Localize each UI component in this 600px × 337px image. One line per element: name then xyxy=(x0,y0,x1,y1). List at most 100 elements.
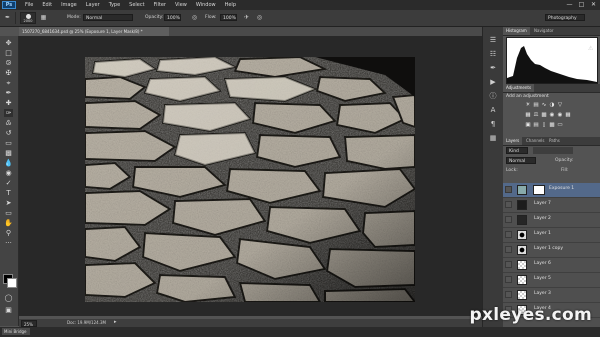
quick-select-tool-icon[interactable]: ✠ xyxy=(4,69,13,77)
extra-tools-icon[interactable]: ··· xyxy=(4,239,13,247)
menu-view[interactable]: View xyxy=(175,2,187,8)
minimize-icon[interactable]: — xyxy=(566,1,573,8)
type-tool-icon[interactable]: T xyxy=(4,189,13,197)
shape-tool-icon[interactable]: ▭ xyxy=(4,209,13,217)
vibrance-icon[interactable]: ▽ xyxy=(557,102,563,108)
layer-row[interactable]: Layer 7 xyxy=(503,198,600,213)
brush-presets-icon[interactable]: ✒ xyxy=(488,63,498,72)
menu-type[interactable]: Type xyxy=(109,2,120,8)
menu-file[interactable]: File xyxy=(25,2,33,8)
visibility-icon[interactable] xyxy=(505,276,512,283)
menu-select[interactable]: Select xyxy=(129,2,144,8)
clone-stamp-tool-icon[interactable]: ♳ xyxy=(4,119,13,127)
lasso-tool-icon[interactable]: ⧁ xyxy=(4,59,13,67)
background-color-swatch[interactable] xyxy=(7,278,17,288)
brightness-icon[interactable]: ☀ xyxy=(525,102,531,108)
layer-filter-icons[interactable] xyxy=(533,147,573,154)
tab-navigator[interactable]: Navigator xyxy=(531,27,557,35)
move-tool-icon[interactable]: ✥ xyxy=(4,39,13,47)
photo-filter-icon[interactable]: ◉ xyxy=(549,112,555,118)
brush-tool-icon[interactable]: ✑ xyxy=(4,109,13,117)
posterize-icon[interactable]: ▤ xyxy=(533,122,539,128)
exposure-icon[interactable]: ◑ xyxy=(549,102,555,108)
marquee-tool-icon[interactable]: □ xyxy=(4,49,13,57)
airbrush-icon[interactable]: ✈ xyxy=(243,14,250,21)
info-panel-icon[interactable]: ⓘ xyxy=(488,91,498,100)
warning-icon[interactable]: ⚠ xyxy=(588,45,593,52)
screen-mode-icon[interactable]: ▣ xyxy=(4,306,13,314)
healing-tool-icon[interactable]: ✚ xyxy=(4,99,13,107)
tab-adjustments[interactable]: Adjustments xyxy=(503,84,535,92)
layer-row[interactable]: Exposure 1 xyxy=(503,183,600,198)
channel-mixer-icon[interactable]: ◉ xyxy=(557,112,563,118)
dodge-tool-icon[interactable]: ◉ xyxy=(4,169,13,177)
paragraph-panel-icon[interactable]: ¶ xyxy=(488,119,498,128)
quick-mask-icon[interactable]: ◯ xyxy=(4,294,13,302)
flow-field[interactable]: 100% xyxy=(220,14,237,21)
hand-tool-icon[interactable]: ✋ xyxy=(4,219,13,227)
gradient-map-icon[interactable]: ▭ xyxy=(557,122,563,128)
zoom-tool-icon[interactable]: ⚲ xyxy=(4,229,13,237)
close-icon[interactable]: ✕ xyxy=(590,1,597,8)
visibility-icon[interactable] xyxy=(505,201,512,208)
selective-color-icon[interactable]: ▩ xyxy=(549,122,555,128)
visibility-icon[interactable] xyxy=(505,291,512,298)
pen-tool-icon[interactable]: ✓ xyxy=(4,179,13,187)
brush-tool-icon[interactable]: ✒ xyxy=(4,14,11,21)
levels-icon[interactable]: ▤ xyxy=(533,102,539,108)
curves-icon[interactable]: ∿ xyxy=(541,102,547,108)
mode-select[interactable]: Normal xyxy=(83,14,133,21)
crop-tool-icon[interactable]: ⌖ xyxy=(4,79,13,87)
eyedropper-tool-icon[interactable]: ✒ xyxy=(4,89,13,97)
black-white-icon[interactable]: ▩ xyxy=(541,112,547,118)
document-tab[interactable]: 1507270_6841634.psd @ 25% (Exposure 1, L… xyxy=(19,27,169,36)
workspace-select[interactable]: Photography xyxy=(545,14,585,21)
threshold-icon[interactable]: ▯ xyxy=(541,122,547,128)
visibility-icon[interactable] xyxy=(505,246,512,253)
menu-image[interactable]: Image xyxy=(61,2,77,8)
visibility-icon[interactable] xyxy=(505,186,512,193)
path-select-tool-icon[interactable]: ➤ xyxy=(4,199,13,207)
mini-bridge-tab[interactable]: Mini Bridge xyxy=(2,328,30,335)
menu-edit[interactable]: Edit xyxy=(42,2,52,8)
blend-mode-select[interactable]: Normal xyxy=(506,157,536,164)
visibility-icon[interactable] xyxy=(505,216,512,223)
tab-histogram[interactable]: Histogram xyxy=(503,27,530,35)
actions-panel-icon[interactable]: ▶ xyxy=(488,77,498,86)
layer-row[interactable]: Layer 6 xyxy=(503,258,600,273)
properties-panel-icon[interactable]: ☷ xyxy=(488,49,498,58)
pressure-size-icon[interactable]: ◎ xyxy=(256,14,263,21)
visibility-icon[interactable] xyxy=(505,261,512,268)
gradient-tool-icon[interactable]: ▩ xyxy=(4,149,13,157)
brush-preset-picker[interactable]: 2000 xyxy=(20,12,36,24)
layer-mask-thumb[interactable] xyxy=(533,185,545,195)
opacity-field[interactable]: 100% xyxy=(164,14,181,21)
character-panel-icon[interactable]: A xyxy=(488,105,498,114)
visibility-icon[interactable] xyxy=(505,231,512,238)
layer-row[interactable]: Layer 3 xyxy=(503,288,600,303)
menu-layer[interactable]: Layer xyxy=(86,2,100,8)
layer-row[interactable]: Layer 1 copy xyxy=(503,243,600,258)
pressure-opacity-icon[interactable]: ◎ xyxy=(191,14,198,21)
brush-panel-icon[interactable]: ▦ xyxy=(40,14,47,21)
layer-filter-kind[interactable]: Kind xyxy=(506,147,528,154)
blur-tool-icon[interactable]: 💧 xyxy=(4,159,13,167)
swatches-panel-icon[interactable]: ▦ xyxy=(488,133,498,142)
tab-channels[interactable]: Channels xyxy=(523,137,548,145)
eraser-tool-icon[interactable]: ▭ xyxy=(4,139,13,147)
status-menu-icon[interactable]: ▸ xyxy=(114,319,117,325)
layer-row[interactable]: Layer 5 xyxy=(503,273,600,288)
layer-row[interactable]: Layer 1 xyxy=(503,228,600,243)
menu-help[interactable]: Help xyxy=(225,2,236,8)
hue-saturation-icon[interactable]: ▦ xyxy=(525,112,531,118)
zoom-field[interactable]: 25% xyxy=(21,319,37,327)
history-panel-icon[interactable]: ☰ xyxy=(488,35,498,44)
menu-filter[interactable]: Filter xyxy=(154,2,166,8)
tab-paths[interactable]: Paths xyxy=(546,137,563,145)
history-brush-tool-icon[interactable]: ↺ xyxy=(4,129,13,137)
color-balance-icon[interactable]: ⚖ xyxy=(533,112,539,118)
invert-icon[interactable]: ▣ xyxy=(525,122,531,128)
color-lookup-icon[interactable]: ▦ xyxy=(565,112,571,118)
tab-layers[interactable]: Layers xyxy=(503,137,523,145)
restore-icon[interactable]: □ xyxy=(578,1,585,8)
